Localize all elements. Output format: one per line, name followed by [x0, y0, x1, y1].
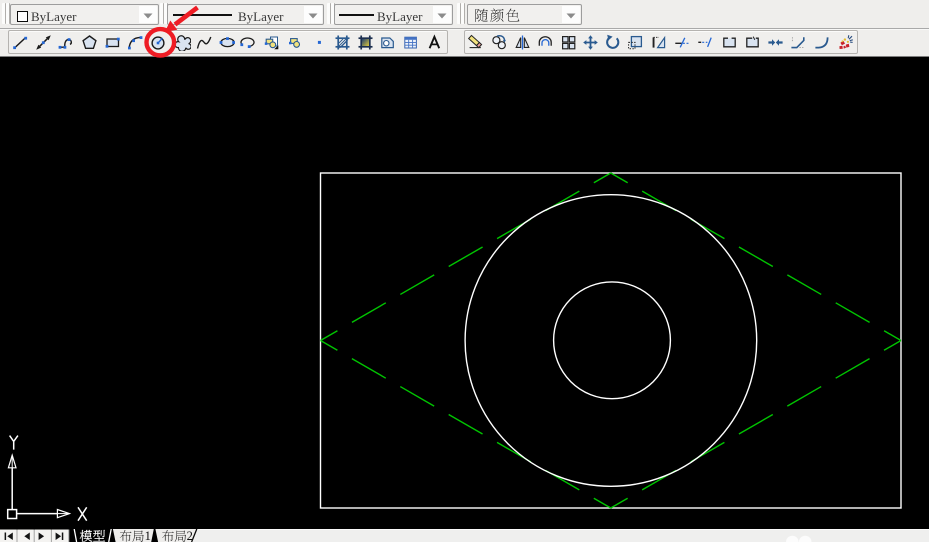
svg-text:1: 1: [145, 529, 151, 542]
svg-text:2: 2: [187, 529, 193, 542]
